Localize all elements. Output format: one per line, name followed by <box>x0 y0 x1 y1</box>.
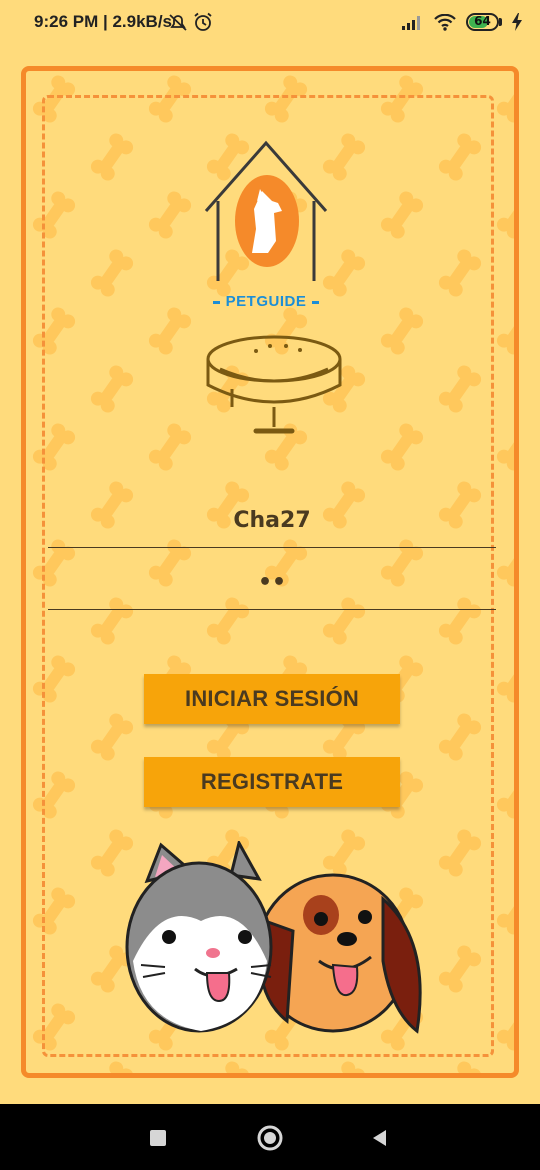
login-card: PETGUIDE Cha27 •• INICIAR SESIÓN REGISTR… <box>21 66 519 1078</box>
collar-icon <box>206 335 342 434</box>
alarm-off-icon <box>169 14 187 31</box>
password-value: •• <box>257 570 287 595</box>
login-button[interactable]: INICIAR SESIÓN <box>144 674 400 724</box>
navigation-bar <box>0 1104 540 1170</box>
username-field[interactable]: Cha27 <box>48 498 496 548</box>
charging-icon <box>512 13 522 31</box>
brand-name: PETGUIDE <box>196 293 336 310</box>
username-value: Cha27 <box>233 508 311 533</box>
home-icon[interactable] <box>256 1124 284 1152</box>
wifi-icon <box>434 13 456 31</box>
register-button[interactable]: REGISTRATE <box>144 757 400 807</box>
cat-icon <box>125 841 273 1033</box>
alarm-icon <box>194 12 212 31</box>
dog-icon <box>255 873 422 1034</box>
back-icon[interactable] <box>368 1126 392 1150</box>
status-time: 9:26 PM | 2.9kB/s <box>34 12 172 31</box>
signal-icon <box>402 16 420 30</box>
battery-icon: 64 <box>466 13 502 31</box>
status-bar: 9:26 PM | 2.9kB/s 64 <box>0 0 540 40</box>
password-field[interactable]: •• <box>48 560 496 610</box>
recent-apps-icon[interactable] <box>146 1126 170 1150</box>
battery-level: 64 <box>474 14 491 28</box>
pets-illustration <box>125 841 422 1034</box>
